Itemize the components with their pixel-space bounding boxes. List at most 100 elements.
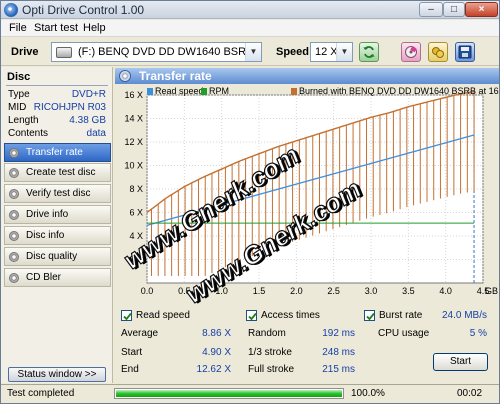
- nav-item-create-test-disc[interactable]: Create test disc: [4, 163, 111, 182]
- start-speed-label: Start: [121, 347, 143, 358]
- start-speed-value: 4.90 X: [202, 347, 231, 358]
- x-unit-label: GB: [485, 286, 498, 296]
- legend-burned: Burned with BENQ DVD DD DW1640 BSRB at 1…: [291, 86, 499, 96]
- y-tick-label: 6 X: [129, 208, 143, 218]
- minimize-button[interactable]: –: [419, 2, 443, 17]
- menu-file[interactable]: File: [9, 22, 27, 34]
- nav-item-verify-test-disc[interactable]: Verify test disc: [4, 184, 111, 203]
- y-tick-label: 16 X: [124, 90, 143, 100]
- drive-icon: [56, 47, 72, 58]
- progress-percent: 100.0%: [351, 388, 385, 399]
- y-tick-label: 10 X: [124, 161, 143, 171]
- disc-icon: [9, 252, 19, 262]
- legend-read-speed-label: Read speed: [155, 86, 204, 96]
- average-label: Average: [121, 328, 159, 339]
- toolbar: Drive (F:) BENQ DVD DD DW1640 BSRB ▼ Spe…: [1, 38, 499, 66]
- third-stroke-label: 1/3 stroke: [248, 347, 292, 358]
- refresh-button[interactable]: [359, 42, 379, 62]
- disc-icon: [9, 231, 19, 241]
- drive-select-value: (F:) BENQ DVD DD DW1640 BSRB: [78, 46, 254, 58]
- nav-item-label: Create test disc: [26, 167, 96, 178]
- progress-fill: [116, 390, 342, 397]
- x-tick-label: 1.0: [215, 286, 228, 296]
- disc-contents-value: data: [86, 128, 106, 139]
- nav-item-cd-bler[interactable]: CD Bler: [4, 268, 111, 287]
- nav-item-label: Disc info: [26, 230, 65, 241]
- disc-icon: [9, 210, 19, 220]
- legend-rpm-label: RPM: [209, 86, 229, 96]
- end-speed-value: 12.62 X: [196, 364, 231, 375]
- maximize-button[interactable]: □: [443, 2, 465, 17]
- legend-swatch: [291, 88, 297, 95]
- access-times-checkbox[interactable]: [246, 310, 257, 321]
- drive-label: Drive: [11, 46, 39, 58]
- status-text: Test completed: [7, 388, 75, 399]
- disc-heading: Disc: [7, 71, 31, 83]
- nav-item-label: Disc quality: [26, 251, 78, 262]
- nav-item-disc-quality[interactable]: Disc quality: [4, 247, 111, 266]
- start-button[interactable]: Start: [433, 353, 488, 371]
- x-tick-label: 0.5: [178, 286, 191, 296]
- disc-type-label: Type: [8, 89, 30, 100]
- x-tick-label: 3.5: [402, 286, 415, 296]
- menu-help[interactable]: Help: [83, 22, 106, 34]
- erase-button[interactable]: [401, 42, 421, 62]
- cpu-usage-label: CPU usage: [378, 328, 430, 339]
- x-tick-label: 1.5: [253, 286, 266, 296]
- legend-swatch: [201, 88, 207, 95]
- close-button[interactable]: ×: [465, 2, 498, 17]
- disc-type-value: DVD+R: [71, 89, 106, 100]
- y-tick-label: 4 X: [129, 231, 143, 241]
- coins-button[interactable]: [428, 42, 448, 62]
- chevron-down-icon[interactable]: ▼: [245, 43, 261, 61]
- legend-swatch: [147, 88, 153, 95]
- y-tick-label: 14 X: [124, 114, 143, 124]
- full-stroke-value: 215 ms: [322, 364, 355, 375]
- divider: [6, 85, 108, 86]
- random-access-label: Random: [248, 328, 286, 339]
- chart-svg: 2 X 4 X 6 X 8 X 10 X 12 X 14 X 16 X 0.0 0.5 1.0 1.5…: [124, 90, 498, 296]
- checkmark-icon: [123, 312, 132, 321]
- checkmark-icon: [366, 312, 375, 321]
- title-bar: Opti Drive Control 1.00 – □ ×: [1, 1, 499, 19]
- cpu-usage-value: 5 %: [469, 328, 487, 339]
- third-stroke-value: 248 ms: [322, 347, 355, 358]
- menu-start-test[interactable]: Start test: [34, 22, 78, 34]
- x-tick-label: 2.0: [290, 286, 303, 296]
- x-tick-label: 0.0: [141, 286, 154, 296]
- read-speed-checkbox[interactable]: [121, 310, 132, 321]
- status-window-button[interactable]: Status window >>: [8, 367, 106, 382]
- disc-mid-label: MID: [8, 102, 27, 113]
- average-value: 8.86 X: [202, 328, 231, 339]
- drive-select[interactable]: (F:) BENQ DVD DD DW1640 BSRB ▼: [51, 42, 262, 62]
- save-button[interactable]: [455, 42, 475, 62]
- read-speed-check-label: Read speed: [136, 310, 190, 321]
- elapsed-time: 00:02: [457, 388, 483, 399]
- disc-icon: [9, 273, 19, 283]
- app-disc-icon: [4, 3, 18, 17]
- progress-bar: [114, 388, 344, 399]
- disc-icon: [9, 148, 19, 158]
- disc-length-label: Length: [8, 115, 39, 126]
- save-icon: [458, 45, 472, 59]
- legend-read-speed: Read speed: [147, 86, 204, 96]
- panel-header: Transfer rate: [115, 68, 499, 84]
- nav-item-drive-info[interactable]: Drive info: [4, 205, 111, 224]
- burst-rate-checkbox[interactable]: [364, 310, 375, 321]
- erase-icon: [405, 46, 417, 58]
- end-speed-label: End: [121, 364, 139, 375]
- y-tick-label: 12 X: [124, 137, 143, 147]
- burst-rate-check-label: Burst rate: [379, 310, 423, 321]
- y-tick-label: 8 X: [129, 184, 143, 194]
- nav-item-disc-info[interactable]: Disc info: [4, 226, 111, 245]
- left-panel: Disc Type DVD+R MID RICOHJPN R03 Length …: [1, 67, 113, 383]
- coins-icon: [432, 47, 444, 58]
- menu-bar: File Start test Help: [1, 20, 499, 37]
- disc-contents-label: Contents: [8, 128, 49, 139]
- chevron-down-icon[interactable]: ▼: [336, 43, 352, 61]
- nav-item-label: Transfer rate: [26, 147, 83, 158]
- nav-item-transfer-rate[interactable]: Transfer rate: [4, 143, 111, 162]
- x-tick-label: 4.0: [439, 286, 452, 296]
- refresh-icon: [363, 46, 375, 58]
- speed-select[interactable]: 12 X ▼: [310, 42, 353, 62]
